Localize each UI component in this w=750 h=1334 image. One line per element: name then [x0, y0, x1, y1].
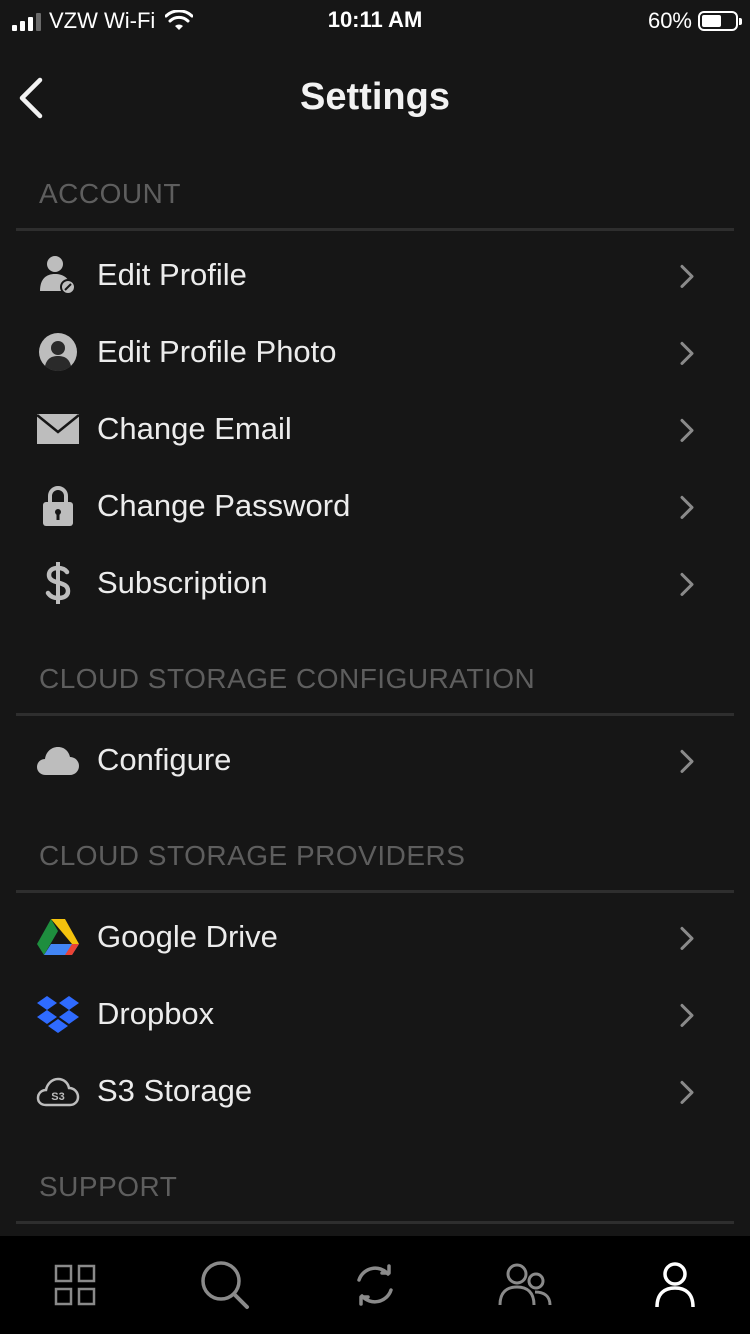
tab-people[interactable] [450, 1236, 600, 1334]
sync-icon [357, 1264, 393, 1306]
change-email-label: Change Email [97, 410, 292, 446]
nav-bar: Settings [0, 56, 750, 140]
chevron-right-icon [680, 418, 694, 442]
dropbox-row[interactable]: Dropbox [0, 975, 750, 1052]
change-password-label: Change Password [97, 487, 351, 523]
divider [16, 713, 734, 716]
section-header-providers: CLOUD STORAGE PROVIDERS [39, 840, 466, 871]
cloud-icon [36, 738, 80, 782]
section-header-account: ACCOUNT [39, 178, 181, 209]
status-bar: VZW Wi-Fi 10:11 AM 60% [0, 0, 750, 42]
dollar-icon [36, 561, 80, 605]
dropbox-label: Dropbox [97, 995, 215, 1031]
grid-icon [54, 1264, 96, 1306]
chevron-right-icon [680, 264, 694, 288]
user-edit-icon [36, 253, 80, 297]
subscription-row[interactable]: Subscription [0, 544, 750, 621]
page-title: Settings [300, 76, 450, 118]
tab-bar [0, 1236, 750, 1334]
status-right: 60% [647, 6, 742, 36]
lock-icon [36, 484, 80, 528]
chevron-right-icon [680, 341, 694, 365]
configure-row[interactable]: Configure [0, 721, 750, 798]
envelope-icon [36, 407, 80, 451]
people-icon [498, 1263, 552, 1306]
s3-storage-label: S3 Storage [97, 1072, 253, 1108]
s3-storage-row[interactable]: S3 S3 Storage [0, 1052, 750, 1129]
divider [16, 228, 734, 231]
google-drive-row[interactable]: Google Drive [0, 898, 750, 975]
section-header-support: SUPPORT [39, 1171, 178, 1202]
battery-icon [698, 11, 742, 31]
divider [16, 1221, 734, 1224]
status-time: 10:11 AM [327, 7, 423, 32]
change-password-row[interactable]: Change Password [0, 467, 750, 544]
chevron-right-icon [680, 1080, 694, 1104]
change-email-row[interactable]: Change Email [0, 390, 750, 467]
edit-profile-row[interactable]: Edit Profile [0, 236, 750, 313]
tab-profile[interactable] [600, 1236, 750, 1334]
divider [16, 890, 734, 893]
edit-profile-photo-label: Edit Profile Photo [97, 333, 337, 369]
profile-icon [655, 1262, 695, 1308]
profile-photo-icon [36, 330, 80, 374]
edit-profile-photo-row[interactable]: Edit Profile Photo [0, 313, 750, 390]
s3-cloud-icon: S3 [36, 1069, 80, 1113]
chevron-right-icon [680, 749, 694, 773]
google-drive-icon [36, 915, 80, 959]
chevron-right-icon [680, 1003, 694, 1027]
google-drive-label: Google Drive [97, 918, 278, 954]
tab-grid[interactable] [0, 1236, 150, 1334]
search-icon [201, 1261, 249, 1309]
tab-search[interactable] [150, 1236, 300, 1334]
subscription-label: Subscription [97, 564, 268, 600]
s3-icon-text: S3 [51, 1091, 64, 1103]
configure-label: Configure [97, 741, 232, 777]
edit-profile-label: Edit Profile [97, 256, 247, 292]
chevron-right-icon [680, 572, 694, 596]
chevron-right-icon [680, 495, 694, 519]
battery-percent: 60% [647, 8, 692, 33]
chevron-right-icon [680, 926, 694, 950]
tab-sync[interactable] [300, 1236, 450, 1334]
dropbox-icon [36, 992, 80, 1036]
section-header-cloud-config: CLOUD STORAGE CONFIGURATION [39, 663, 536, 694]
